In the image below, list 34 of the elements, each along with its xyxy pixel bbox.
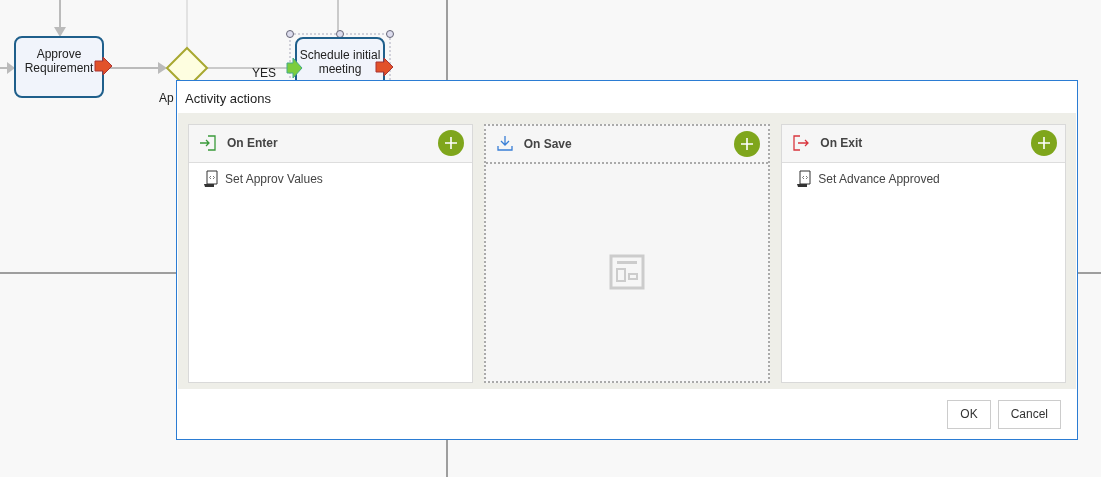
exit-icon <box>792 135 811 151</box>
action-item[interactable]: Set Approv Values <box>189 162 472 195</box>
dialog-button[interactable]: OK <box>947 399 991 429</box>
plus-icon <box>1037 136 1051 150</box>
task-node[interactable] <box>14 36 104 98</box>
empty-layout-icon <box>609 254 645 291</box>
action-panel[interactable]: On Save <box>483 123 771 383</box>
panel-title: On Exit <box>820 135 864 152</box>
action-panel[interactable]: On Exit Set Advance Approved <box>781 123 1066 383</box>
gateway-label: Ap <box>159 91 174 105</box>
entry-arrow-icon <box>286 57 303 79</box>
exit-arrow-icon <box>94 56 113 76</box>
dialog-button[interactable]: Cancel <box>997 399 1061 429</box>
download-icon <box>495 135 514 152</box>
add-button[interactable] <box>1031 130 1057 156</box>
flow-label: YES <box>252 66 276 80</box>
connector-arrow <box>109 62 167 74</box>
add-button[interactable] <box>734 130 761 157</box>
panel-title: On Enter <box>227 135 279 152</box>
action-panel[interactable]: On Enter Set Approv Values <box>188 123 473 383</box>
enter-icon <box>199 135 217 151</box>
connector-arrow <box>0 62 15 74</box>
script-icon <box>203 169 219 188</box>
plus-icon <box>740 136 755 151</box>
add-button[interactable] <box>437 130 464 156</box>
dialog-title: Activity actions <box>184 90 272 108</box>
task-label: Schedule initial meeting <box>298 48 382 76</box>
panel-title: On Save <box>523 135 573 153</box>
task-label: Approve Requirement <box>23 47 95 75</box>
plus-icon <box>443 136 458 150</box>
action-item[interactable]: Set Advance Approved <box>782 162 1065 195</box>
exit-arrow-icon <box>375 57 394 77</box>
script-icon <box>796 169 813 188</box>
connector-arrow <box>54 0 66 37</box>
